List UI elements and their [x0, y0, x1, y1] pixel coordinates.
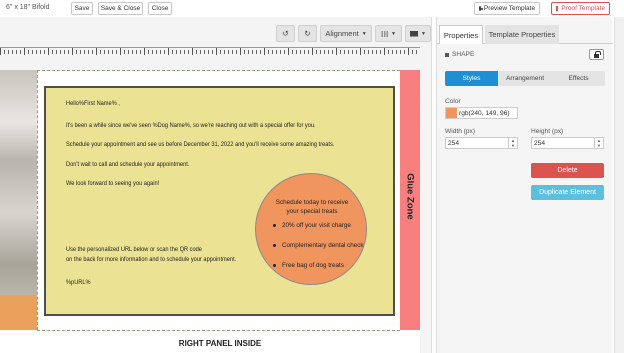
color-swatch[interactable]: [446, 108, 457, 118]
offer-title-line: your special treats: [286, 208, 338, 215]
dog-photo-image[interactable]: [0, 70, 37, 330]
eye-icon: [478, 6, 484, 11]
grid-icon: [381, 30, 389, 37]
redo-button[interactable]: ↻: [298, 25, 317, 42]
offer-circle-shape[interactable]: Schedule today to receive your special t…: [255, 173, 367, 285]
design-page: Hello%First Name% , It's been a while si…: [0, 70, 420, 353]
glue-zone-label-wrap: Glue Zone: [403, 166, 417, 226]
duplicate-element-button[interactable]: Duplicate Element: [531, 185, 604, 200]
subtab-effects[interactable]: Effects: [552, 71, 605, 86]
color-picker-field[interactable]: rgb(240, 149, 96): [445, 107, 518, 119]
height-input[interactable]: 254 ▲ ▼: [531, 137, 604, 149]
square-icon: [445, 52, 449, 57]
width-label: Width (px): [445, 128, 476, 135]
tab-template-properties[interactable]: Template Properties: [485, 25, 559, 44]
undo-button[interactable]: ↺: [276, 25, 295, 42]
proof-template-button[interactable]: Proof Template: [551, 2, 610, 15]
delete-button[interactable]: Delete: [531, 163, 604, 178]
undo-icon: ↺: [282, 29, 289, 38]
canvas-area: ↺ ↻ Alignment ▼ ▼ ▼ Hello%First Name% , …: [0, 17, 432, 353]
save-and-close-button[interactable]: Save & Close: [98, 2, 143, 15]
save-button[interactable]: Save: [71, 2, 93, 15]
purl-text[interactable]: %pURL%: [66, 279, 91, 286]
url-instruction-text[interactable]: on the back for more information and to …: [66, 256, 236, 263]
chevron-down-icon: ▼: [421, 30, 426, 37]
preview-template-button[interactable]: Preview Template: [474, 2, 540, 15]
redo-icon: ↻: [304, 29, 311, 38]
document-size-label: 6" x 18" Bifold: [6, 4, 50, 11]
height-value: 254: [534, 139, 546, 147]
properties-tabs: Properties Template Properties: [437, 25, 613, 44]
mail-dropdown[interactable]: ▼: [405, 25, 431, 42]
safe-zone-guide: [37, 330, 400, 331]
fold-guide: [37, 70, 38, 330]
offer-title-line: Schedule today to receive: [275, 199, 349, 206]
alignment-dropdown[interactable]: Alignment ▼: [320, 25, 372, 42]
bullet-icon: [273, 244, 276, 247]
style-subtabs: Styles Arrangement Effects: [445, 71, 605, 86]
width-value: 254: [448, 139, 460, 147]
height-spinner[interactable]: ▲ ▼: [594, 138, 603, 148]
greeting-text[interactable]: Hello%First Name% ,: [66, 100, 120, 107]
color-label: Color: [445, 98, 461, 105]
top-bar: 6" x 18" Bifold Save Save & Close Close …: [0, 0, 624, 17]
lock-button[interactable]: [589, 49, 604, 60]
alignment-label: Alignment: [325, 29, 359, 38]
offer-text: 20% off your visit charge: [282, 222, 351, 229]
lock-icon: [594, 50, 601, 58]
subtab-styles[interactable]: Styles: [445, 71, 498, 86]
preview-template-label: Preview Template: [483, 5, 536, 12]
panel-name-label: RIGHT PANEL INSIDE: [178, 339, 262, 348]
body-text[interactable]: We look forward to seeing you again!: [66, 180, 159, 187]
close-button[interactable]: Close: [148, 2, 172, 15]
flag-icon: [556, 6, 559, 11]
safe-zone-guide: [37, 70, 400, 71]
bullet-icon: [273, 224, 276, 227]
grid-dropdown[interactable]: ▼: [375, 25, 402, 42]
proof-template-label: Proof Template: [561, 5, 605, 12]
height-label: Height (px): [531, 128, 564, 135]
width-input[interactable]: 254 ▲ ▼: [445, 137, 518, 149]
glue-zone-label: Glue Zone: [404, 172, 416, 220]
offer-text: Complementary dental check: [282, 242, 364, 249]
url-instruction-text[interactable]: Use the personalized URL below or scan t…: [66, 246, 202, 253]
element-type: SHAPE: [445, 51, 474, 58]
offer-item: Complementary dental check: [273, 242, 364, 249]
canvas-toolbar: ↺ ↻ Alignment ▼ ▼ ▼: [0, 17, 432, 45]
element-type-label: SHAPE: [452, 51, 475, 58]
offer-text: Free bag of dog treats: [282, 262, 344, 269]
body-text[interactable]: It's been a while since we've seen %Dog …: [66, 122, 316, 129]
properties-panel: Properties Template Properties SHAPE Sty…: [436, 17, 613, 353]
body-text[interactable]: Schedule your appointment and see us bef…: [66, 141, 334, 148]
color-value: rgb(240, 149, 96): [459, 109, 510, 117]
tab-properties[interactable]: Properties: [439, 25, 483, 44]
page-scrollbar[interactable]: [614, 17, 624, 353]
offer-item: 20% off your visit charge: [273, 222, 351, 229]
offer-item: Free bag of dog treats: [273, 262, 344, 269]
body-text[interactable]: Don't wait to call and schedule your app…: [66, 161, 189, 168]
mail-icon: [410, 30, 419, 37]
chevron-down-icon: ▼: [391, 30, 396, 37]
chevron-down-icon: ▼: [361, 30, 367, 37]
offer-circle-title: Schedule today to receive your special t…: [256, 198, 368, 216]
horizontal-ruler: [0, 47, 420, 55]
subtab-arrangement[interactable]: Arrangement: [498, 71, 552, 86]
width-spinner[interactable]: ▲ ▼: [508, 138, 517, 148]
bullet-icon: [273, 264, 276, 267]
